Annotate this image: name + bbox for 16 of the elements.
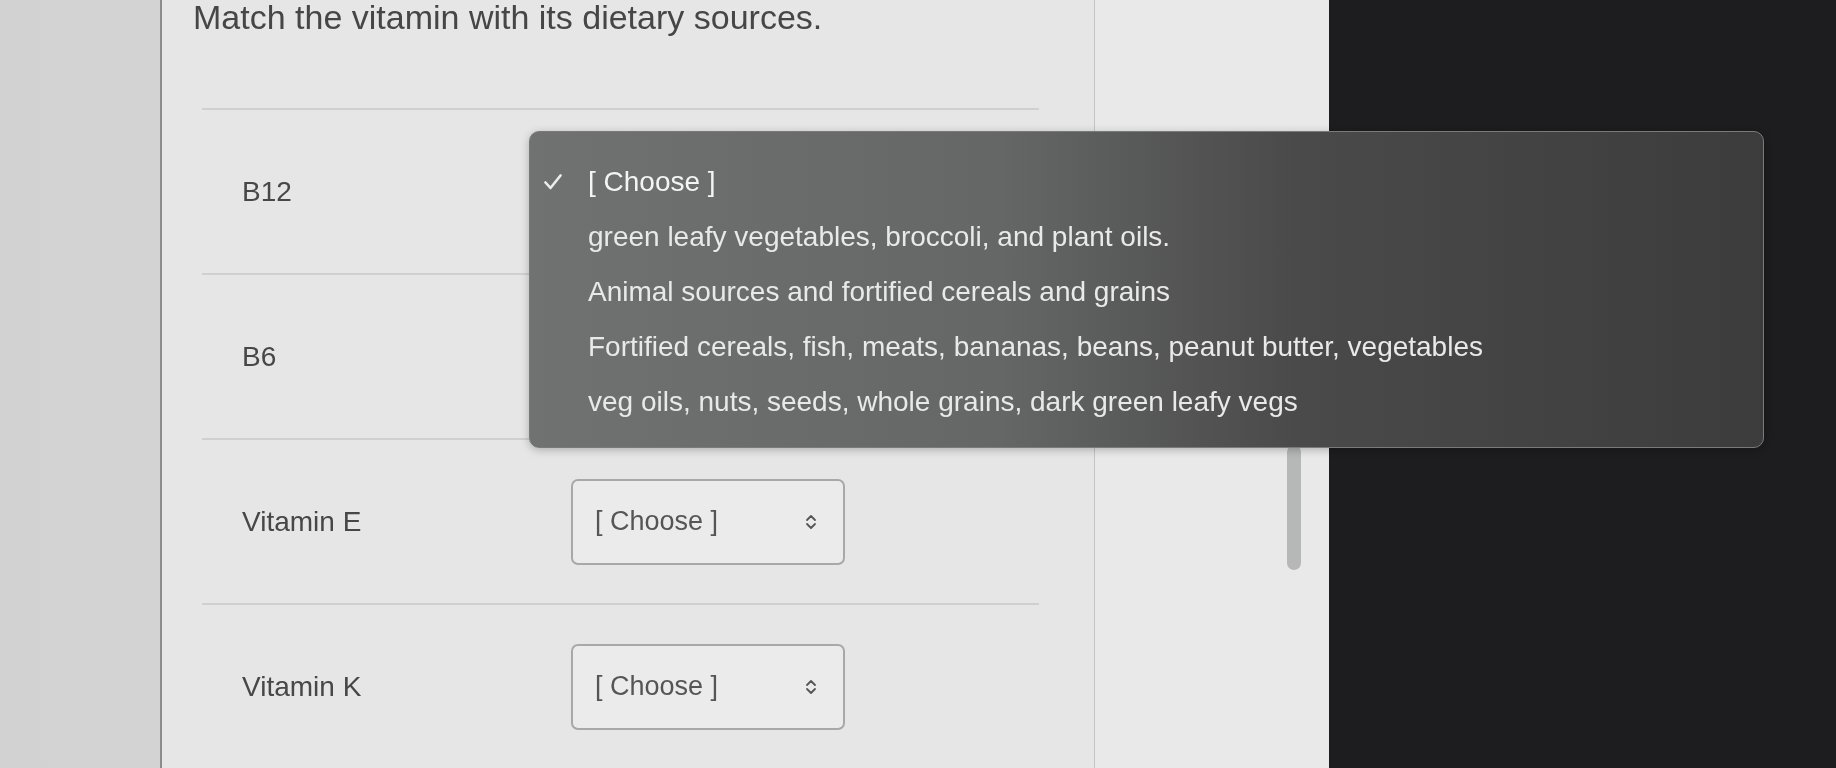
vitamin-label: Vitamin E [241,505,362,538]
select-dropdown[interactable]: [ Choose ] [571,643,845,730]
dropdown-option[interactable]: Fortified cereals, fish, meats, bananas, beans, peanut butter, vegetables [530,319,1763,374]
vitamin-label: B6 [241,340,277,373]
dropdown-option[interactable]: [ Choose ] [530,154,1763,209]
dropdown-option[interactable]: veg oils, nuts, seeds, whole grains, dark green leafy vegs [530,374,1763,429]
chevron-updown-icon [805,512,817,531]
dropdown-option[interactable]: green leafy vegetables, broccoli, and plant oils. [530,209,1763,264]
vitamin-label: B12 [241,175,292,208]
vitamin-label: Vitamin K [241,670,362,703]
question-text: Match the vitamin with its dietary sources. [192,0,824,38]
scrollbar-thumb[interactable] [1287,445,1301,570]
chevron-updown-icon [805,677,817,696]
dropdown-option[interactable]: Animal sources and fortified cereals and grains [530,264,1763,319]
select-dropdown[interactable]: [ Choose ] [571,478,845,565]
checkmark-icon [544,173,562,190]
